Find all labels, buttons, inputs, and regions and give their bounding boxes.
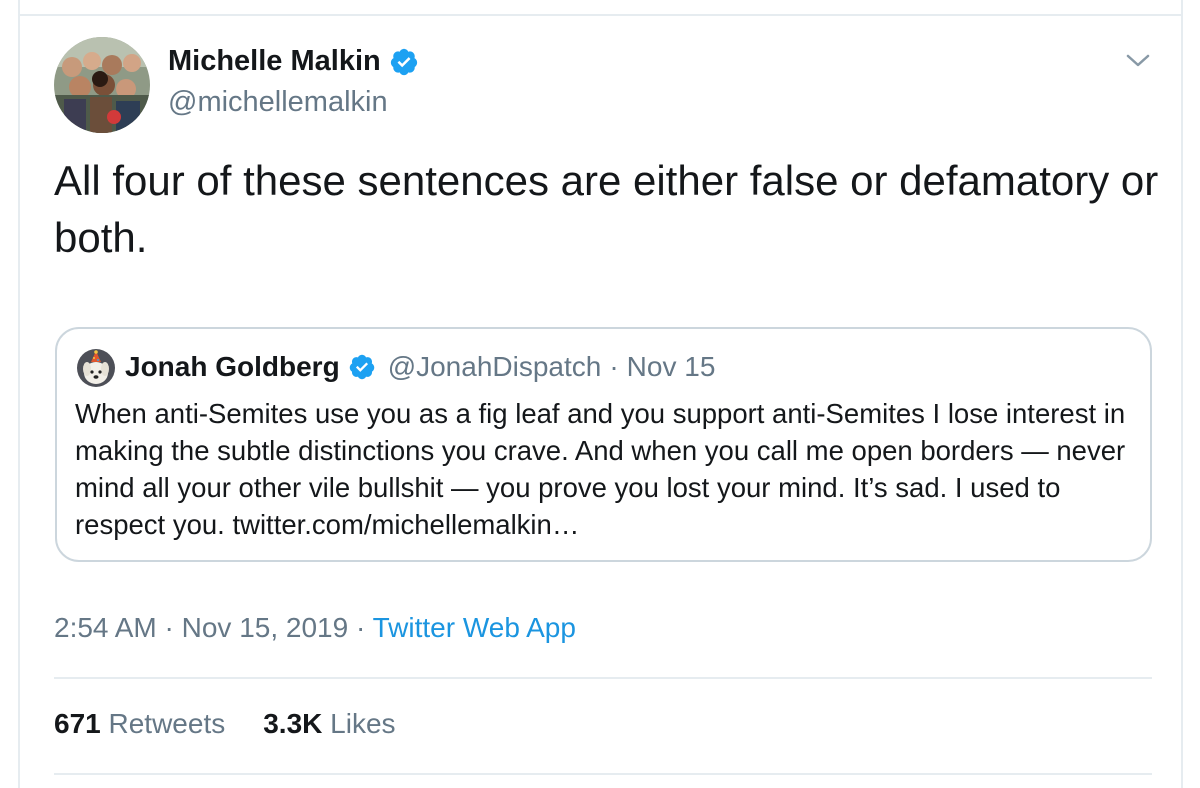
author-name-label: Michelle Malkin — [168, 45, 381, 77]
retweets-stat[interactable]: 671 Retweets — [54, 708, 225, 740]
tweet-date[interactable]: Nov 15, 2019 — [182, 612, 349, 643]
tweet-time[interactable]: 2:54 AM — [54, 612, 157, 643]
chevron-down-icon[interactable] — [1124, 48, 1152, 72]
verified-badge-icon — [348, 353, 376, 381]
tweet-meta: 2:54 AM · Nov 15, 2019 · Twitter Web App — [54, 612, 576, 644]
author-avatar[interactable] — [54, 37, 150, 133]
quoted-separator: · — [609, 351, 619, 382]
tweet-source-link[interactable]: Twitter Web App — [373, 612, 576, 643]
author-name[interactable]: Michelle Malkin — [168, 45, 419, 78]
card-border-top — [18, 14, 1183, 16]
retweets-label: Retweets — [108, 708, 226, 739]
quoted-author-name: Jonah Goldberg — [125, 351, 340, 382]
avatar-photo — [54, 37, 150, 133]
retweets-count: 671 — [54, 708, 101, 739]
likes-count: 3.3K — [263, 708, 323, 739]
divider-bottom — [54, 773, 1152, 775]
quoted-author-handle: @JonahDispatch — [387, 351, 602, 382]
meta-separator: · — [164, 612, 174, 643]
divider — [54, 677, 1152, 679]
meta-separator-2: · — [355, 612, 366, 643]
dog-avatar-photo — [77, 349, 115, 387]
quoted-author-avatar — [77, 349, 115, 387]
author-handle[interactable]: @michellemalkin — [168, 86, 388, 119]
card-border-left — [18, 0, 20, 788]
quoted-tweet[interactable]: Jonah Goldberg @JonahDispatch · Nov 15 W… — [55, 327, 1152, 562]
likes-stat[interactable]: 3.3K Likes — [263, 708, 395, 740]
tweet-card: Michelle Malkin @michellemalkin All four… — [0, 0, 1200, 788]
verified-badge-icon — [389, 47, 419, 77]
quoted-tweet-text: When anti-Semites use you as a fig leaf … — [75, 398, 1126, 540]
tweet-stats: 671 Retweets 3.3K Likes — [54, 708, 396, 740]
quoted-tweet-header: Jonah Goldberg @JonahDispatch · Nov 15 — [125, 351, 715, 383]
tweet-text: All four of these sentences are either f… — [54, 157, 1159, 261]
likes-label: Likes — [330, 708, 396, 739]
card-border-right — [1181, 0, 1183, 788]
quoted-date: Nov 15 — [626, 351, 716, 382]
